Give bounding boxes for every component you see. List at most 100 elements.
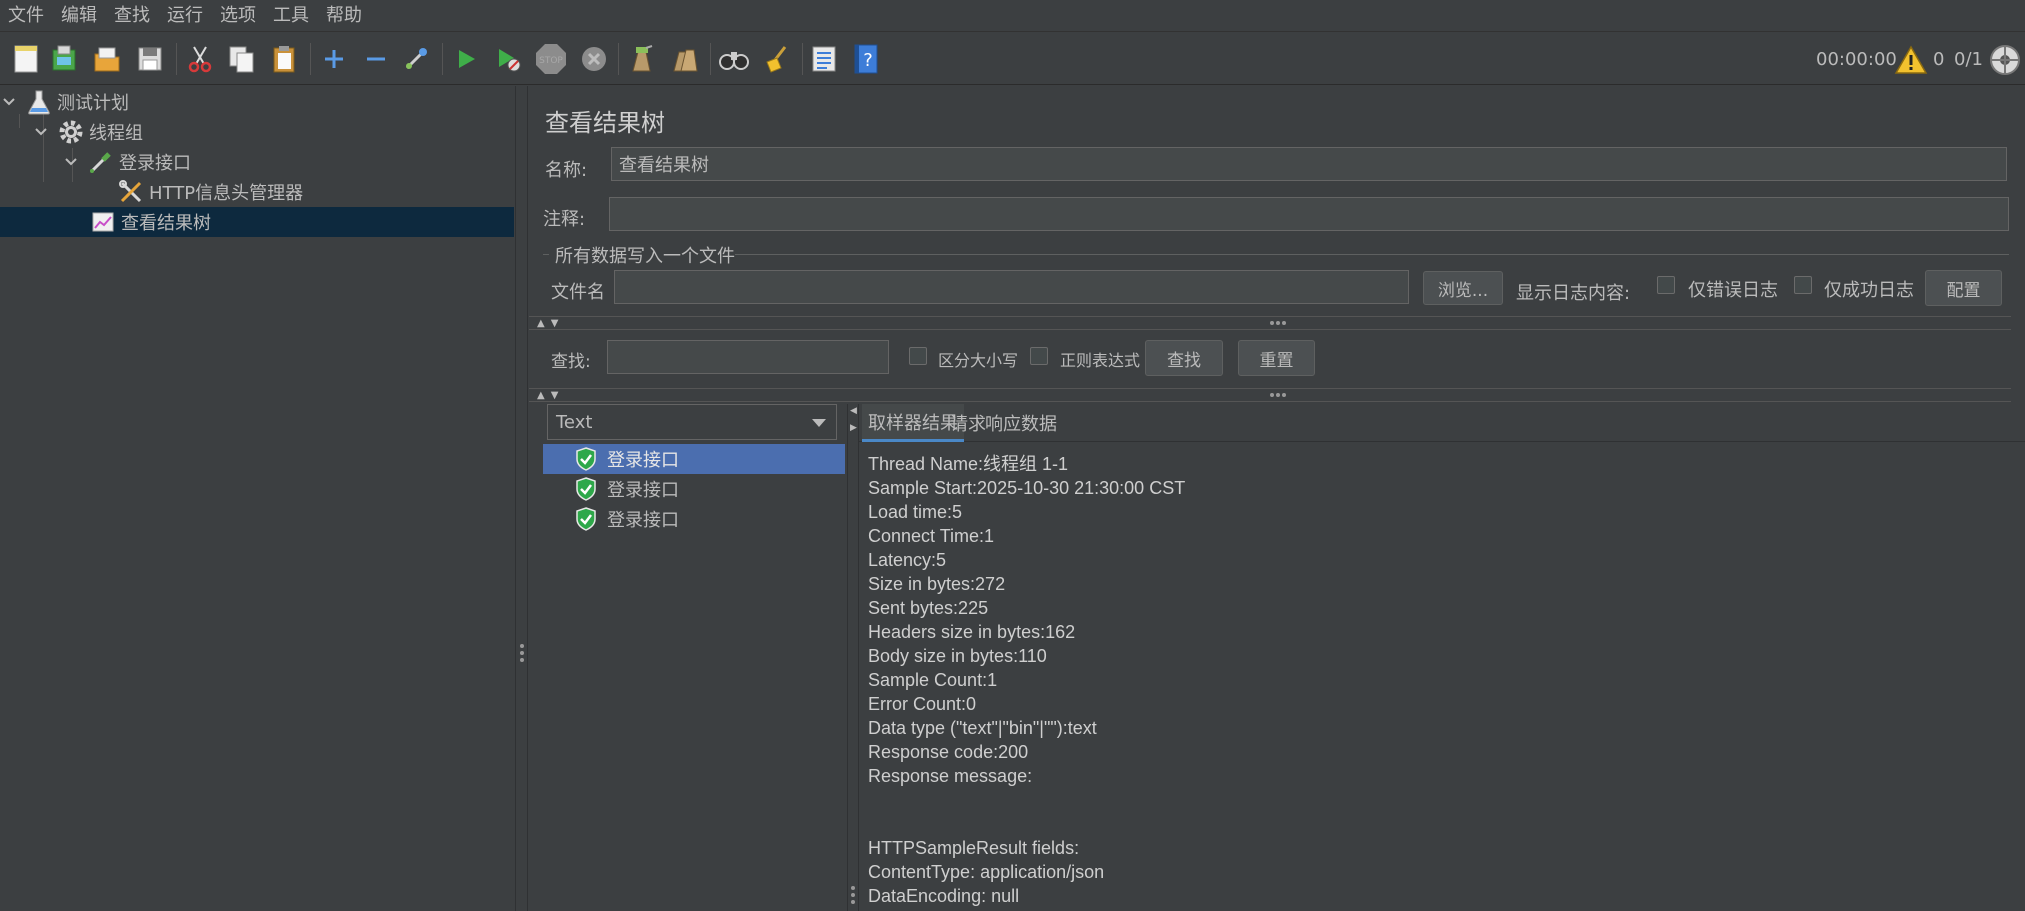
case-sensitive-checkbox[interactable] (909, 347, 927, 365)
result-line: Sample Count:1 (868, 670, 998, 690)
copy-icon[interactable] (224, 40, 260, 78)
start-icon[interactable] (448, 40, 484, 78)
tree-label: 测试计划 (57, 93, 129, 114)
binoculars-icon[interactable] (716, 40, 752, 78)
renderer-select[interactable]: Text (547, 404, 837, 440)
toolbar: STOP ? 00:00:00 0 0/1 (0, 33, 2025, 85)
file-group-title: 所有数据写入一个文件 (555, 246, 735, 267)
open-icon[interactable] (89, 40, 125, 78)
function-helper-icon[interactable] (806, 40, 842, 78)
cut-icon[interactable] (182, 40, 218, 78)
log-content-label: 显示日志内容: (1516, 283, 1631, 304)
comment-input[interactable] (609, 197, 2009, 231)
check-shield-icon (575, 447, 597, 476)
flask-icon (26, 89, 52, 115)
paste-icon[interactable] (266, 40, 302, 78)
result-line: Headers size in bytes:162 (868, 622, 1076, 642)
splitter-2[interactable]: ▲▼ (529, 388, 2011, 402)
chevron-down-icon[interactable] (32, 123, 50, 141)
svg-text:?: ? (863, 50, 873, 71)
collapse-left-icon[interactable]: ◀ (850, 406, 857, 416)
view-results-tree-panel: 查看结果树 名称: 查看结果树 注释: 所有数据写入一个文件 文件名 浏览...… (529, 86, 2025, 911)
gear-icon (58, 119, 84, 145)
result-line: Body size in bytes:110 (868, 646, 1047, 666)
menu-tools[interactable]: 工具 (265, 0, 318, 32)
new-icon[interactable] (8, 40, 44, 78)
shutdown-icon[interactable] (576, 40, 612, 78)
thread-count: 0/1 (1954, 48, 1983, 70)
test-plan-tree: 测试计划 线程组 登录接口 HTTP信息头管理器 查看结果树 (0, 86, 515, 911)
result-line: Latency:5 (868, 550, 947, 570)
search-input[interactable] (607, 340, 889, 374)
reset-button[interactable]: 重置 (1238, 340, 1315, 376)
name-label: 名称: (545, 160, 588, 181)
tree-node-view-results-tree[interactable]: 查看结果树 (0, 207, 514, 237)
result-line: DataEncoding: null (868, 886, 1020, 906)
clear-icon[interactable] (623, 40, 659, 78)
tree-node-test-plan[interactable]: 测试计划 (0, 87, 129, 117)
list-item[interactable]: 登录接口 (543, 474, 845, 504)
sample-label: 登录接口 (607, 450, 679, 471)
chevron-down-icon[interactable] (62, 153, 80, 171)
regex-checkbox[interactable] (1030, 347, 1048, 365)
dropdown-arrow-icon[interactable] (812, 419, 826, 427)
toggle-icon[interactable] (398, 40, 434, 78)
tree-node-http-header-manager[interactable]: HTTP信息头管理器 (118, 177, 303, 207)
tree-node-login-api[interactable]: 登录接口 (62, 147, 191, 177)
warning-count: 0 (1933, 48, 1945, 70)
menu-file[interactable]: 文件 (0, 0, 53, 32)
check-shield-icon (575, 477, 597, 506)
tree-node-thread-group[interactable]: 线程组 (32, 117, 143, 147)
result-line: Response message: (868, 766, 1033, 786)
browse-button[interactable]: 浏览... (1423, 271, 1503, 305)
sample-label: 登录接口 (607, 480, 679, 501)
pipette-icon (88, 149, 114, 175)
menu-run[interactable]: 运行 (159, 0, 212, 32)
warning-icon[interactable] (1893, 41, 1929, 79)
success-only-checkbox[interactable] (1794, 276, 1812, 294)
add-icon[interactable] (316, 40, 352, 78)
templates-icon[interactable] (46, 40, 82, 78)
collapse-arrows-icon[interactable]: ▲▼ (537, 390, 564, 401)
result-line: Sample Start:2025-10-30 21:30:00 CST (868, 478, 1186, 498)
sample-label: 登录接口 (607, 510, 679, 531)
filename-input[interactable] (614, 270, 1409, 304)
errors-only-checkbox[interactable] (1657, 276, 1675, 294)
svg-text:STOP: STOP (539, 56, 563, 66)
remove-icon[interactable] (358, 40, 394, 78)
result-line (868, 812, 2018, 836)
menu-edit[interactable]: 编辑 (53, 0, 106, 32)
collapse-arrows-icon[interactable]: ▲▼ (537, 318, 564, 329)
name-input[interactable]: 查看结果树 (611, 147, 2007, 181)
splitter-1[interactable]: ▲▼ (529, 316, 2011, 330)
save-icon[interactable] (132, 40, 168, 78)
status-globe-icon[interactable] (1987, 41, 2023, 79)
list-item[interactable]: 登录接口 (543, 504, 845, 534)
result-line: Size in bytes:272 (868, 574, 1006, 594)
collapse-right-icon[interactable]: ▶ (850, 423, 857, 433)
configure-button[interactable]: 配置 (1925, 270, 2002, 306)
result-line: Error Count:0 (868, 694, 977, 714)
results-splitter[interactable]: ◀ ▶ (847, 404, 859, 911)
menu-search[interactable]: 查找 (106, 0, 159, 32)
chevron-down-icon[interactable] (0, 93, 18, 111)
clear-all-icon[interactable] (666, 40, 702, 78)
menu-help[interactable]: 帮助 (318, 0, 371, 32)
result-line: Response code:200 (868, 742, 1029, 762)
renderer-value: Text (556, 411, 593, 433)
list-item[interactable]: 登录接口 (543, 444, 845, 474)
tab-response-data[interactable]: 响应数据 (979, 404, 1063, 442)
start-no-pause-icon[interactable] (490, 40, 526, 78)
result-line: Load time:5 (868, 502, 963, 522)
result-line: HTTPSampleResult fields: (868, 838, 1080, 858)
tree-label: 登录接口 (119, 153, 191, 174)
stop-icon[interactable]: STOP (533, 40, 569, 78)
tree-label: 线程组 (89, 123, 143, 144)
page-title: 查看结果树 (545, 109, 665, 137)
help-icon[interactable]: ? (848, 40, 884, 78)
main-splitter[interactable] (515, 86, 528, 911)
result-line: Sent bytes:225 (868, 598, 989, 618)
menu-options[interactable]: 选项 (212, 0, 265, 32)
reset-search-icon[interactable] (758, 40, 794, 78)
find-button[interactable]: 查找 (1145, 340, 1223, 376)
